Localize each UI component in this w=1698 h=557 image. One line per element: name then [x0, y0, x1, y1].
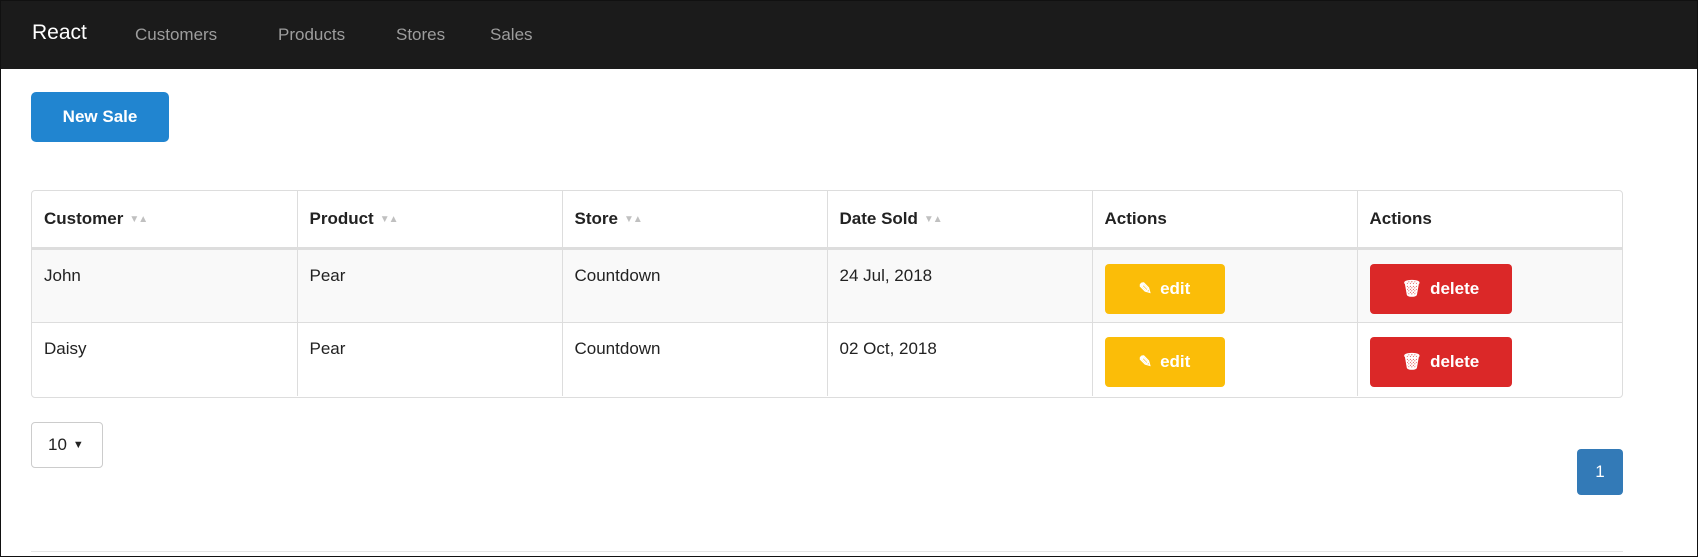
delete-button-label: delete	[1430, 278, 1480, 298]
column-header-store[interactable]: Store ▼▲	[562, 191, 828, 250]
sort-caret-icon[interactable]: ▼▲	[129, 214, 148, 225]
column-header-actions-edit: Actions	[1092, 191, 1358, 250]
cell-edit: ✎ edit	[1092, 322, 1358, 396]
delete-button[interactable]: 🗑 delete	[1369, 263, 1512, 314]
column-header-label: Actions	[1369, 208, 1432, 228]
column-header-label: Actions	[1104, 208, 1167, 228]
sort-caret-icon[interactable]: ▼▲	[380, 214, 399, 225]
cell-customer: Daisy	[32, 322, 298, 396]
column-header-date-sold[interactable]: Date Sold ▼▲	[827, 191, 1093, 250]
cell-delete: 🗑 delete	[1357, 248, 1622, 323]
column-header-customer[interactable]: Customer ▼▲	[32, 191, 298, 250]
table-row: John Pear Countdown 24 Jul, 2018 ✎ edit …	[32, 248, 1622, 323]
per-page-dropdown[interactable]: 10 ▼	[31, 422, 103, 468]
nav-link-products[interactable]: Products	[278, 25, 345, 45]
column-header-label: Date Sold	[839, 208, 918, 228]
caret-down-icon: ▼	[72, 439, 84, 451]
table-row: Daisy Pear Countdown 02 Oct, 2018 ✎ edit…	[32, 322, 1622, 396]
edit-icon: ✎	[1138, 280, 1153, 298]
nav-link-stores[interactable]: Stores	[396, 25, 445, 45]
edit-button[interactable]: ✎ edit	[1104, 263, 1225, 314]
new-sale-button[interactable]: New Sale	[31, 92, 169, 142]
footer-divider	[31, 551, 1623, 552]
cell-edit: ✎ edit	[1092, 248, 1358, 323]
column-header-actions-delete: Actions	[1357, 191, 1622, 250]
column-header-label: Customer	[44, 208, 124, 228]
top-navbar: React Customers Products Stores Sales	[1, 1, 1697, 69]
edit-button-label: edit	[1160, 278, 1191, 298]
trash-icon: 🗑	[1401, 353, 1423, 371]
cell-store: Countdown	[562, 248, 828, 323]
sort-caret-icon[interactable]: ▼▲	[624, 214, 643, 225]
table-header-row: Customer ▼▲ Product ▼▲ Store ▼▲ Date Sold ▼▲…	[32, 191, 1622, 250]
page-button-current[interactable]: 1	[1577, 449, 1623, 495]
sales-table: Customer ▼▲ Product ▼▲ Store ▼▲ Date Sold ▼▲…	[31, 190, 1623, 398]
cell-date-sold: 02 Oct, 2018	[827, 322, 1093, 396]
cell-store: Countdown	[562, 322, 828, 396]
sort-caret-icon[interactable]: ▼▲	[924, 214, 943, 225]
cell-delete: 🗑 delete	[1357, 322, 1622, 396]
edit-button-label: edit	[1160, 351, 1191, 371]
per-page-value: 10	[48, 435, 67, 454]
cell-date-sold: 24 Jul, 2018	[827, 248, 1093, 323]
brand-link[interactable]: React	[32, 21, 87, 45]
nav-link-customers[interactable]: Customers	[135, 25, 217, 45]
edit-button[interactable]: ✎ edit	[1104, 336, 1225, 387]
edit-icon: ✎	[1138, 353, 1153, 371]
delete-button-label: delete	[1430, 351, 1480, 371]
delete-button[interactable]: 🗑 delete	[1369, 336, 1512, 387]
column-header-label: Store	[574, 208, 618, 228]
cell-product: Pear	[297, 248, 563, 323]
cell-product: Pear	[297, 322, 563, 396]
cell-customer: John	[32, 248, 298, 323]
column-header-label: Product	[309, 208, 374, 228]
trash-icon: 🗑	[1401, 280, 1423, 298]
column-header-product[interactable]: Product ▼▲	[297, 191, 563, 250]
nav-link-sales[interactable]: Sales	[490, 25, 533, 45]
